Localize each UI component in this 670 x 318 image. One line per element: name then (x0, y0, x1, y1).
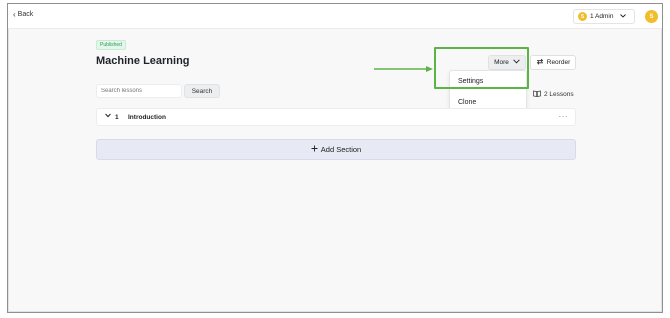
plus-icon (311, 145, 318, 154)
back-link[interactable]: ‹ Back (13, 10, 34, 19)
search-button[interactable]: Search (184, 84, 220, 98)
status-badge: Published (96, 40, 126, 50)
add-section-button[interactable]: Add Section (96, 139, 576, 160)
book-icon (533, 90, 541, 99)
chevron-down-icon[interactable] (105, 113, 111, 120)
user-avatar[interactable]: S (645, 10, 658, 23)
lessons-count-label: 2 Lessons (544, 91, 574, 98)
page-title: Machine Learning (96, 55, 190, 67)
lessons-count: 2 Lessons (533, 90, 574, 99)
chevron-down-icon (619, 13, 626, 20)
app-window: ‹ Back S 1 Admin S Published Machine Lea… (7, 3, 663, 313)
reorder-icon (536, 58, 544, 67)
section-number: 1 (115, 114, 119, 121)
reorder-button-label: Reorder (546, 59, 571, 66)
more-horizontal-icon[interactable]: ··· (559, 112, 569, 121)
menu-item-clone[interactable]: Clone (458, 99, 476, 106)
search-input[interactable] (96, 84, 182, 98)
section-name: Introduction (128, 114, 166, 121)
add-section-label: Add Section (320, 145, 362, 154)
org-switcher[interactable]: S 1 Admin (573, 9, 635, 24)
annotation-arrow-icon (374, 66, 433, 72)
more-button[interactable]: More (488, 55, 526, 70)
more-button-label: More (494, 59, 509, 66)
back-label: Back (17, 11, 34, 18)
chevron-left-icon: ‹ (13, 10, 16, 19)
reorder-button[interactable]: Reorder (530, 55, 576, 70)
org-avatar: S (578, 12, 587, 21)
section-row[interactable]: 1 Introduction ··· (96, 108, 576, 126)
more-dropdown-menu: Settings Clone (449, 70, 527, 111)
chevron-down-icon (513, 59, 520, 66)
menu-item-settings[interactable]: Settings (458, 78, 483, 85)
org-label: 1 Admin (590, 13, 614, 20)
top-bar: ‹ Back S 1 Admin S (8, 4, 662, 29)
